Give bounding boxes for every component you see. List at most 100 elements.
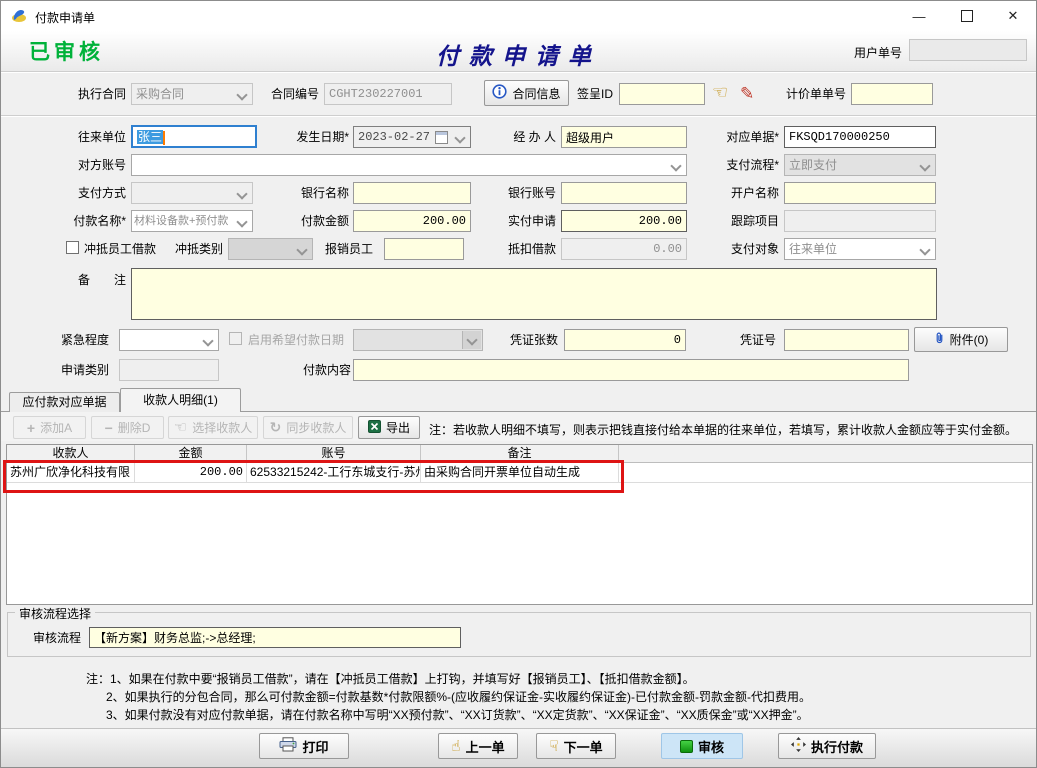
excel-icon <box>368 420 381 436</box>
cell-amount: 200.00 <box>135 463 247 482</box>
hand-down-icon: ☟ <box>549 739 558 754</box>
apply-type-label: 申请类别 <box>21 363 109 378</box>
pay-flow-select: 立即支付 <box>784 154 936 176</box>
bank-name-input[interactable] <box>353 182 471 204</box>
apply-type-field <box>119 359 219 381</box>
ref-doc-input[interactable] <box>784 126 936 148</box>
handler-input[interactable] <box>561 126 687 148</box>
contract-no-label: 合同编号 <box>231 87 319 102</box>
approval-group-title: 审核流程选择 <box>15 605 95 622</box>
chevron-down-icon <box>296 244 307 255</box>
reimburse-emp-input[interactable] <box>384 238 464 260</box>
voucher-count-input[interactable] <box>564 329 686 351</box>
add-label: 添加A <box>40 419 72 436</box>
cell-filler <box>619 463 1032 482</box>
offset-loan-checkbox[interactable] <box>66 241 79 254</box>
chevron-down-icon <box>919 160 930 171</box>
counterparty-input[interactable]: 张三 <box>131 125 257 148</box>
sign-id-input[interactable] <box>619 83 705 105</box>
payee-table: 收款人 金额 账号 备注 苏州广欣净化科技有限 200.00 625332152… <box>6 444 1033 605</box>
minimize-button[interactable]: — <box>896 1 942 31</box>
actual-pay-input[interactable] <box>561 210 687 232</box>
paperclip-icon <box>934 331 945 348</box>
prev-doc-button[interactable]: ☝ 上一单 <box>438 733 518 759</box>
pricing-no-label: 计价单单号 <box>771 87 846 102</box>
sign-id-label: 签呈ID <box>538 87 613 102</box>
pay-target-select[interactable]: 往来单位 <box>784 238 936 260</box>
user-doc-no-field <box>909 39 1027 61</box>
add-button: + 添加A <box>13 416 86 439</box>
occur-date-picker: 2023-02-27 <box>353 126 471 148</box>
exec-contract-label: 执行合同 <box>38 87 126 102</box>
pay-name-value: 材料设备款+预付款 <box>134 215 228 227</box>
edit-pen-icon[interactable]: ✎ <box>740 84 754 104</box>
maximize-button[interactable] <box>944 1 990 31</box>
remark-textarea[interactable] <box>131 268 937 320</box>
approve-button[interactable]: 审核 <box>661 733 743 759</box>
payee-toolbar: +添加A −删除D ☜选择收款人 ↻同步收款人 导出 注：若收款人明细不填写，则… <box>1 411 1037 441</box>
plus-icon: + <box>27 420 35 436</box>
print-label: 打印 <box>302 737 328 756</box>
next-doc-button[interactable]: ☟ 下一单 <box>536 733 616 759</box>
pick-hand-icon[interactable]: ☜ <box>712 85 728 100</box>
deduct-loan-label: 抵扣借款 <box>496 242 556 257</box>
close-icon: ✕ <box>1008 8 1019 24</box>
sync-icon: ↻ <box>270 419 282 436</box>
offset-type-label: 冲抵类别 <box>171 242 223 257</box>
minus-icon: − <box>105 420 113 436</box>
wish-date-label: 启用希望付款日期 <box>248 333 348 348</box>
opp-account-label: 对方账号 <box>38 158 126 173</box>
attachment-button[interactable]: 附件(0) <box>914 327 1008 352</box>
pay-name-label: 付款名称* <box>31 214 126 229</box>
hand-up-icon: ☝ <box>451 739 460 754</box>
counterparty-label: 往来单位 <box>38 130 126 145</box>
voucher-no-input[interactable] <box>784 329 909 351</box>
chevron-down-icon <box>919 244 930 255</box>
contract-no-field: CGHT230227001 <box>324 83 452 105</box>
cell-payee: 苏州广欣净化科技有限 <box>7 463 135 482</box>
chevron-down-icon <box>454 132 465 143</box>
col-header-remark: 备注 <box>421 445 619 462</box>
export-button[interactable]: 导出 <box>358 416 420 439</box>
account-name-input[interactable] <box>784 182 936 204</box>
user-doc-no-label: 用户单号 <box>854 44 902 61</box>
close-button[interactable]: ✕ <box>990 1 1036 31</box>
actual-pay-label: 实付申请 <box>496 214 556 229</box>
reimburse-emp-label: 报销员工 <box>321 242 373 257</box>
next-doc-label: 下一单 <box>564 737 603 756</box>
exec-pay-button[interactable]: 执行付款 <box>778 733 876 759</box>
hand-select-icon: ☜ <box>174 420 187 435</box>
wish-date-checkbox <box>229 332 242 345</box>
printer-icon <box>279 737 297 755</box>
exec-pay-label: 执行付款 <box>811 737 863 756</box>
urgency-label: 紧急程度 <box>21 333 109 348</box>
voucher-no-label: 凭证号 <box>704 333 776 348</box>
opp-account-select[interactable] <box>131 154 687 176</box>
pay-flow-value: 立即支付 <box>789 158 837 172</box>
col-header-account: 账号 <box>247 445 421 462</box>
pay-amount-input[interactable] <box>353 210 471 232</box>
pay-target-value: 往来单位 <box>789 242 837 256</box>
table-row[interactable]: 苏州广欣净化科技有限 200.00 62533215242-工行东城支行-苏州 … <box>7 463 1032 483</box>
tab-payee-detail[interactable]: 收款人明细(1) <box>120 388 241 412</box>
note-line-2: 2、如果执行的分包合同，那么可付款金额=付款基数*付款限额%-(应收履约保证金-… <box>106 690 1026 705</box>
sync-payee-button: ↻同步收款人 <box>263 416 353 439</box>
print-button[interactable]: 打印 <box>259 733 349 759</box>
urgency-select[interactable] <box>119 329 219 351</box>
counterparty-value: 张三 <box>137 130 163 144</box>
tab-payable-docs[interactable]: 应付款对应单据 <box>9 392 120 412</box>
track-project-label: 跟踪项目 <box>707 214 779 229</box>
sync-payee-label: 同步收款人 <box>286 419 346 436</box>
window-title: 付款申请单 <box>35 9 95 26</box>
select-payee-button: ☜选择收款人 <box>168 416 258 439</box>
approval-flow-input[interactable] <box>89 627 461 648</box>
bank-account-input[interactable] <box>561 182 687 204</box>
green-square-icon <box>680 740 693 753</box>
footer-bar: 打印 ☝ 上一单 ☟ 下一单 审核 执行付款 <box>1 728 1036 768</box>
pay-content-input[interactable] <box>353 359 909 381</box>
occur-date-label: 发生日期* <box>261 130 349 145</box>
table-header-row: 收款人 金额 账号 备注 <box>7 445 1032 463</box>
pay-flow-label: 支付流程* <box>707 158 779 173</box>
pricing-no-input[interactable] <box>851 83 933 105</box>
offset-loan-label: 冲抵员工借款 <box>84 242 169 257</box>
